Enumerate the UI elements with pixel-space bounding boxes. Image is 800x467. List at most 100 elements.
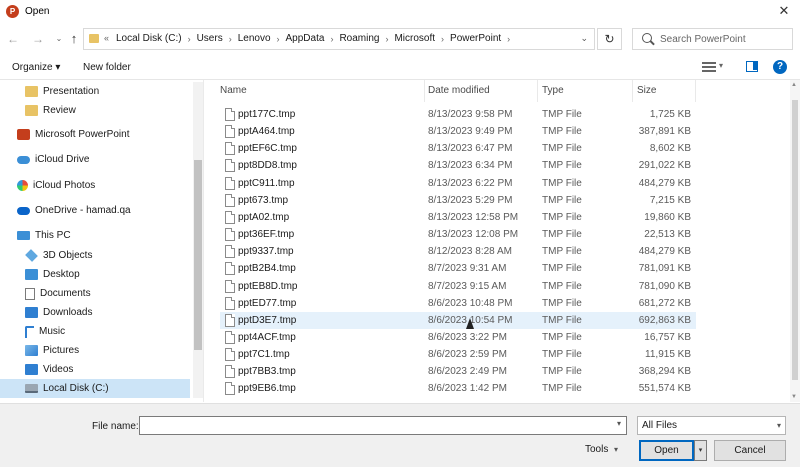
breadcrumb-overflow-icon[interactable]: « bbox=[104, 33, 109, 43]
breadcrumb-users[interactable]: Users bbox=[197, 33, 223, 44]
tools-button[interactable]: Tools bbox=[585, 444, 608, 455]
sidebar-item-onedrive[interactable]: OneDrive - hamad.qa bbox=[0, 201, 190, 220]
file-date-modified: 8/13/2023 12:58 PM bbox=[428, 211, 519, 223]
column-header-type[interactable]: Type bbox=[538, 80, 633, 102]
pictures-icon bbox=[25, 345, 38, 356]
chevron-right-icon[interactable]: › bbox=[277, 34, 280, 44]
local-disk-icon bbox=[25, 384, 38, 393]
file-icon bbox=[225, 228, 235, 242]
chevron-right-icon[interactable]: › bbox=[507, 34, 510, 44]
chevron-right-icon[interactable]: › bbox=[229, 34, 232, 44]
file-name-input[interactable] bbox=[139, 416, 627, 435]
breadcrumb-lenovo[interactable]: Lenovo bbox=[238, 33, 271, 44]
scroll-down-icon[interactable]: ▼ bbox=[791, 394, 797, 400]
chevron-down-icon[interactable]: ⌄ bbox=[580, 33, 588, 44]
table-row[interactable]: ppt4ACF.tmp 8/6/2023 3:22 PM TMP File 16,75… bbox=[220, 329, 696, 346]
file-size: 781,091 KB bbox=[638, 263, 691, 275]
refresh-button[interactable]: ↻ bbox=[597, 28, 622, 50]
preview-pane-icon[interactable] bbox=[746, 61, 758, 72]
sidebar-item-pictures[interactable]: Pictures bbox=[0, 341, 190, 360]
sidebar-item-icloud-photos[interactable]: iCloud Photos bbox=[0, 176, 190, 195]
sidebar-item-3d-objects[interactable]: 3D Objects bbox=[0, 246, 190, 265]
close-button[interactable]: ✕ bbox=[776, 3, 792, 19]
file-name: ppt4ACF.tmp bbox=[238, 331, 296, 343]
table-row[interactable]: ppt8DD8.tmp 8/13/2023 6:34 PM TMP File 291,… bbox=[220, 157, 696, 174]
file-type: TMP File bbox=[542, 109, 582, 120]
table-row[interactable]: ppt7BB3.tmp 8/6/2023 2:49 PM TMP File 368,2… bbox=[220, 363, 696, 380]
back-arrow-icon[interactable]: ← bbox=[5, 31, 21, 47]
sidebar-scrollbar-thumb[interactable] bbox=[194, 160, 202, 350]
sidebar-scrollbar[interactable] bbox=[193, 82, 203, 398]
chevron-right-icon[interactable]: › bbox=[188, 34, 191, 44]
table-row[interactable]: pptED77.tmp 8/6/2023 10:48 PM TMP File 681,… bbox=[220, 295, 696, 312]
breadcrumb-roaming[interactable]: Roaming bbox=[339, 33, 379, 44]
column-header-name[interactable]: Name bbox=[220, 80, 425, 102]
breadcrumb-appdata[interactable]: AppData bbox=[286, 33, 325, 44]
breadcrumb-powerpoint[interactable]: PowerPoint bbox=[450, 33, 501, 44]
table-row[interactable]: pptEB8D.tmp 8/7/2023 9:15 AM TMP File 781,0… bbox=[220, 278, 696, 295]
column-header-date-modified[interactable]: Date modified bbox=[425, 80, 538, 102]
file-list-scrollbar-thumb[interactable] bbox=[792, 100, 798, 380]
view-options-icon[interactable] bbox=[702, 62, 716, 72]
file-type-select[interactable]: All Files ▾ bbox=[637, 416, 786, 435]
address-bar[interactable]: « Local Disk (C:) › Users › Lenovo › App… bbox=[83, 28, 595, 50]
chevron-down-icon[interactable]: ▾ bbox=[719, 61, 723, 70]
table-row[interactable]: pptC911.tmp 8/13/2023 6:22 PM TMP File 484,… bbox=[220, 175, 696, 192]
sidebar-item-videos[interactable]: Videos bbox=[0, 360, 190, 379]
table-row[interactable]: pptB2B4.tmp 8/7/2023 9:31 AM TMP File 781,0… bbox=[220, 260, 696, 277]
breadcrumb-microsoft[interactable]: Microsoft bbox=[394, 33, 435, 44]
sidebar-item-local-disk[interactable]: Local Disk (C:) bbox=[0, 379, 190, 398]
sidebar-item-review[interactable]: Review bbox=[0, 101, 190, 120]
table-row[interactable]: ppt673.tmp 8/13/2023 5:29 PM TMP File 7,215… bbox=[220, 192, 696, 209]
scroll-up-icon[interactable]: ▲ bbox=[791, 82, 797, 88]
chevron-down-icon[interactable]: ▾ bbox=[617, 419, 621, 428]
chevron-down-icon[interactable]: ▾ bbox=[614, 445, 618, 454]
recent-locations-icon[interactable]: ⌄ bbox=[51, 31, 67, 47]
column-header-size[interactable]: Size bbox=[633, 80, 696, 102]
chevron-right-icon[interactable]: › bbox=[330, 34, 333, 44]
file-type: TMP File bbox=[542, 143, 582, 155]
open-button[interactable]: Open bbox=[639, 440, 694, 461]
up-arrow-icon[interactable]: ↑ bbox=[66, 31, 82, 47]
mouse-cursor-icon bbox=[466, 318, 474, 329]
icloud-drive-icon bbox=[17, 155, 30, 164]
file-type: TMP File bbox=[542, 177, 582, 189]
cancel-button[interactable]: Cancel bbox=[714, 440, 786, 461]
file-list-scrollbar[interactable]: ▲ ▼ bbox=[790, 80, 800, 402]
breadcrumb-local-disk[interactable]: Local Disk (C:) bbox=[116, 33, 182, 44]
table-row[interactable]: ppt177C.tmp 8/13/2023 9:58 PM TMP File 1,72… bbox=[220, 106, 696, 123]
table-row[interactable]: ppt7C1.tmp 8/6/2023 2:59 PM TMP File 11,915… bbox=[220, 346, 696, 363]
table-row[interactable]: pptEF6C.tmp 8/13/2023 6:47 PM TMP File 8,60… bbox=[220, 140, 696, 157]
sidebar-item-microsoft-powerpoint[interactable]: Microsoft PowerPoint bbox=[0, 125, 190, 144]
open-options-dropdown[interactable]: ▾ bbox=[694, 440, 707, 461]
table-row[interactable]: ppt9EB6.tmp 8/6/2023 1:42 PM TMP File 551,5… bbox=[220, 380, 696, 397]
sidebar-item-music[interactable]: Music bbox=[0, 322, 190, 341]
forward-arrow-icon[interactable]: → bbox=[30, 31, 46, 47]
sidebar-item-this-pc[interactable]: This PC bbox=[0, 226, 190, 245]
file-size: 484,279 KB bbox=[638, 246, 691, 258]
sidebar-item-icloud-drive[interactable]: iCloud Drive bbox=[0, 150, 190, 169]
table-row[interactable]: pptA02.tmp 8/13/2023 12:58 PM TMP File 19,8… bbox=[220, 209, 696, 226]
sidebar-item-label: Microsoft PowerPoint bbox=[35, 129, 130, 140]
table-row[interactable]: pptA464.tmp 8/13/2023 9:49 PM TMP File 387,… bbox=[220, 123, 696, 140]
chevron-right-icon[interactable]: › bbox=[385, 34, 388, 44]
file-type: TMP File bbox=[542, 229, 582, 241]
organize-button[interactable]: Organize ▾ bbox=[12, 62, 60, 73]
table-row[interactable]: ppt9337.tmp 8/12/2023 8:28 AM TMP File 484,… bbox=[220, 243, 696, 260]
file-name: pptEB8D.tmp bbox=[238, 280, 298, 292]
chevron-right-icon[interactable]: › bbox=[441, 34, 444, 44]
sidebar-item-downloads[interactable]: Downloads bbox=[0, 303, 190, 322]
sidebar-item-presentation[interactable]: Presentation bbox=[0, 82, 190, 101]
file-icon bbox=[225, 296, 235, 310]
file-name: ppt9337.tmp bbox=[238, 246, 294, 258]
sidebar-item-documents[interactable]: Documents bbox=[0, 284, 190, 303]
chevron-down-icon[interactable]: ▾ bbox=[777, 417, 781, 434]
powerpoint-icon bbox=[17, 129, 30, 140]
search-box[interactable] bbox=[632, 28, 793, 50]
table-row[interactable]: pptD3E7.tmp 8/6/2023 10:54 PM TMP File 692,… bbox=[220, 311, 696, 329]
help-icon[interactable]: ? bbox=[773, 60, 787, 74]
table-row[interactable]: ppt36EF.tmp 8/13/2023 12:08 PM TMP File 22,… bbox=[220, 226, 696, 243]
search-input[interactable] bbox=[660, 32, 788, 47]
sidebar-item-desktop[interactable]: Desktop bbox=[0, 265, 190, 284]
new-folder-button[interactable]: New folder bbox=[83, 62, 131, 73]
